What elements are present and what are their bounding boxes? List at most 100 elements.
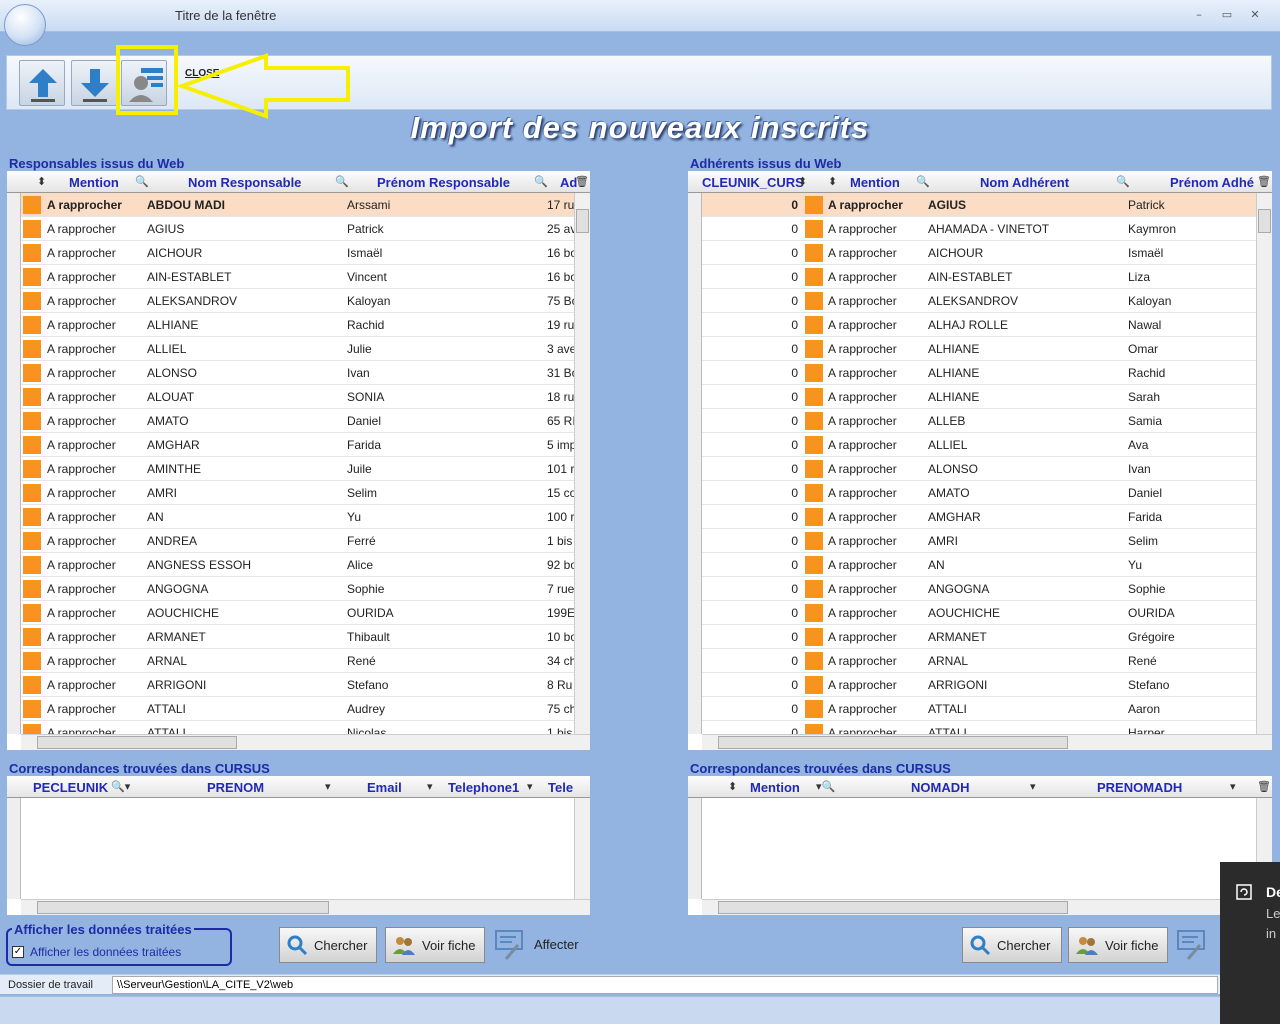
table-row[interactable]: A rapprocher ANGNESS ESSOH Alice 92 bo [21,553,574,577]
table-row[interactable]: 0 A rapprocher ALEKSANDROV Kaloyan [702,289,1256,313]
processed-checkbox-label[interactable]: Afficher les données traitées [30,945,181,959]
table-row[interactable]: 0 A rapprocher ALHIANE Sarah [702,385,1256,409]
col-prenom-adherent[interactable]: Prénom Adhé [1170,175,1254,190]
filter-icon[interactable]: 🔍▾ [111,780,130,793]
table-row[interactable]: 0 A rapprocher AN Yu [702,553,1256,577]
table-row[interactable]: 0 A rapprocher AICHOUR Ismaël [702,241,1256,265]
col-nomadh[interactable]: NOMADH [911,780,970,795]
right-assign-button[interactable] [1176,927,1208,961]
col-telephone1[interactable]: Telephone1 [448,780,519,795]
minimize-button[interactable]: – [1188,6,1210,24]
left-assign-button[interactable]: Affecter [494,927,579,961]
table-row[interactable]: A rapprocher AGIUS Patrick 25 av [21,217,574,241]
table-row[interactable]: A rapprocher AN Yu 100 r [21,505,574,529]
search-icon[interactable]: 🔍 [916,175,930,188]
filter-icon[interactable]: ▾🔍 [816,780,835,793]
col-nom-responsable[interactable]: Nom Responsable [188,175,301,190]
table-row[interactable]: A rapprocher ANDREA Ferré 1 bis [21,529,574,553]
table-row[interactable]: A rapprocher ATTALI Audrey 75 ch [21,697,574,721]
table-row[interactable]: 0 A rapprocher AMGHAR Farida [702,505,1256,529]
col-cleunik[interactable]: CLEUNIK_CURS [702,175,804,190]
search-icon[interactable]: 🔍 [534,175,548,188]
app-orb-button[interactable] [4,4,46,46]
move-down-button[interactable] [71,60,117,106]
delete-icon[interactable]: 🗑 [575,175,589,188]
table-row[interactable]: 0 A rapprocher ALLIEL Ava [702,433,1256,457]
delete-icon[interactable]: 🗑 [1257,780,1271,793]
filter-icon[interactable]: ▾ [527,780,533,793]
table-row[interactable]: 0 A rapprocher AMRI Selim [702,529,1256,553]
col-mention[interactable]: Mention [850,175,900,190]
table-row[interactable]: A rapprocher ALLIEL Julie 3 ave [21,337,574,361]
table-row[interactable]: 0 A rapprocher ALONSO Ivan [702,457,1256,481]
filter-icon[interactable]: ▾ [1230,780,1236,793]
table-row[interactable]: A rapprocher ALONSO Ivan 31 Bo [21,361,574,385]
search-icon[interactable]: 🔍 [335,175,349,188]
notification-toast[interactable]: De Le in [1220,862,1280,1024]
col-tele[interactable]: Tele [548,780,573,795]
table-row[interactable]: 0 A rapprocher AIN-ESTABLET Liza [702,265,1256,289]
col-mention[interactable]: Mention [750,780,800,795]
search-icon[interactable]: 🔍 [135,175,149,188]
table-row[interactable]: 0 A rapprocher ARMANET Grégoire [702,625,1256,649]
table-row[interactable]: 0 A rapprocher AHAMADA - VINETOT Kaymron [702,217,1256,241]
col-pecleunik[interactable]: PECLEUNIK [33,780,108,795]
right-search-button[interactable]: Chercher [962,927,1062,963]
col-mention[interactable]: Mention [69,175,119,190]
processed-checkbox[interactable]: ✓ [12,946,24,958]
table-row[interactable]: 0 A rapprocher AMATO Daniel [702,481,1256,505]
left-match-vscroll[interactable] [574,798,590,899]
table-row[interactable]: A rapprocher AIN-ESTABLET Vincent 16 bo [21,265,574,289]
table-row[interactable]: 0 A rapprocher ARNAL René [702,649,1256,673]
right-view-button[interactable]: Voir fiche [1068,927,1168,963]
table-row[interactable]: A rapprocher ALOUAT SONIA 18 ru [21,385,574,409]
left-hscroll[interactable] [21,734,590,750]
move-up-button[interactable] [19,60,65,106]
table-row[interactable]: A rapprocher ARNAL René 34 ch [21,649,574,673]
table-row[interactable]: A rapprocher ALEKSANDROV Kaloyan 75 Bo [21,289,574,313]
table-row[interactable]: A rapprocher ARMANET Thibault 10 bo [21,625,574,649]
table-row[interactable]: A rapprocher AMGHAR Farida 5 imp [21,433,574,457]
table-row[interactable]: 0 A rapprocher ALHAJ ROLLE Nawal [702,313,1256,337]
table-row[interactable]: A rapprocher AMINTHE Juile 101 r [21,457,574,481]
col-prenomadh[interactable]: PRENOMADH [1097,780,1182,795]
left-match-hscroll[interactable] [21,899,590,915]
table-row[interactable]: A rapprocher ATTALI Nicolas 1 bis [21,721,574,734]
table-row[interactable]: 0 A rapprocher AGIUS Patrick [702,193,1256,217]
table-row[interactable]: 0 A rapprocher ALHIANE Rachid [702,361,1256,385]
maximize-button[interactable]: ▭ [1216,6,1238,24]
table-row[interactable]: 0 A rapprocher ARRIGONI Stefano [702,673,1256,697]
table-row[interactable]: A rapprocher AICHOUR Ismaël 16 bo [21,241,574,265]
table-row[interactable]: 0 A rapprocher ANGOGNA Sophie [702,577,1256,601]
table-row[interactable]: A rapprocher AMATO Daniel 65 RI [21,409,574,433]
filter-icon[interactable]: ▾ [1030,780,1036,793]
delete-icon[interactable]: 🗑 [1257,175,1271,188]
table-row[interactable]: 0 A rapprocher AOUCHICHE OURIDA [702,601,1256,625]
right-vscroll[interactable] [1256,193,1272,734]
left-search-button[interactable]: Chercher [279,927,377,963]
col-nom-adherent[interactable]: Nom Adhérent [980,175,1069,190]
table-cell: Sophie [1128,582,1166,596]
table-row[interactable]: A rapprocher ARRIGONI Stefano 8 Ru [21,673,574,697]
col-email[interactable]: Email [367,780,402,795]
left-view-button[interactable]: Voir fiche [385,927,485,963]
table-row[interactable]: A rapprocher AMRI Selim 15 co [21,481,574,505]
col-prenom-responsable[interactable]: Prénom Responsable [377,175,510,190]
table-row[interactable]: A rapprocher ANGOGNA Sophie 7 rue [21,577,574,601]
table-row[interactable]: 0 A rapprocher ATTALI Aaron [702,697,1256,721]
table-row[interactable]: 0 A rapprocher ATTALI Harper [702,721,1256,734]
search-icon[interactable]: 🔍 [1116,175,1130,188]
filter-icon[interactable]: ▾ [325,780,331,793]
right-hscroll[interactable] [702,734,1272,750]
working-folder-field[interactable]: \\Serveur\Gestion\LA_CITE_V2\web [112,976,1218,994]
table-row[interactable]: 0 A rapprocher ALLEB Samia [702,409,1256,433]
table-row[interactable]: A rapprocher ALHIANE Rachid 19 ru [21,313,574,337]
close-window-button[interactable]: ✕ [1244,6,1266,24]
table-row[interactable]: A rapprocher AOUCHICHE OURIDA 199E [21,601,574,625]
left-vscroll[interactable] [574,193,590,734]
table-row[interactable]: A rapprocher ABDOU MADI Arssami 17 ru [21,193,574,217]
table-row[interactable]: 0 A rapprocher ALHIANE Omar [702,337,1256,361]
filter-icon[interactable]: ▾ [427,780,433,793]
col-prenom[interactable]: PRENOM [207,780,264,795]
right-match-hscroll[interactable] [702,899,1272,915]
